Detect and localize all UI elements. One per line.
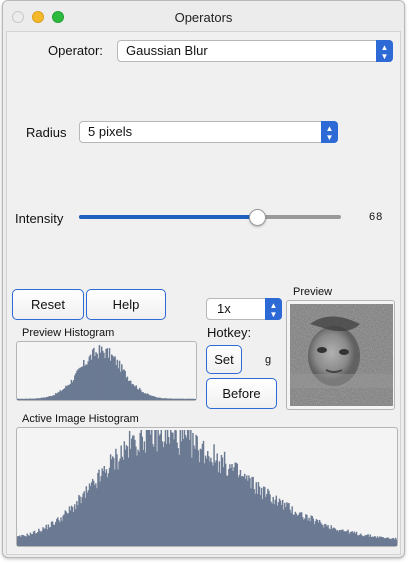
preview-histogram-label: Preview Histogram xyxy=(22,327,115,339)
hotkey-label: Hotkey: xyxy=(207,325,252,340)
preview-image xyxy=(290,304,393,406)
preview-label: Preview xyxy=(293,286,333,298)
chevron-updown-icon: ▲ ▼ xyxy=(376,40,393,62)
radius-value: 5 pixels xyxy=(88,124,133,139)
operator-label: Operator: xyxy=(48,43,103,58)
set-hotkey-button[interactable]: Set xyxy=(206,345,242,374)
preview-histogram-chart xyxy=(17,345,196,400)
content-area: Operator: Gaussian Blur ▲ ▼ Radius 5 pixe… xyxy=(6,31,401,555)
preview-panel xyxy=(286,300,395,410)
intensity-slider-fill xyxy=(79,215,258,219)
active-histogram-chart xyxy=(17,430,397,546)
chevron-updown-icon: ▲ ▼ xyxy=(321,121,338,143)
chevron-updown-icon: ▲ ▼ xyxy=(265,298,282,320)
intensity-value: 68 xyxy=(369,211,384,223)
hotkey-key: g xyxy=(265,354,272,366)
preview-histogram-panel xyxy=(16,341,197,401)
title-bar: Operators xyxy=(3,1,404,33)
reset-button[interactable]: Reset xyxy=(12,289,84,320)
zoom-select[interactable]: 1x ▲ ▼ xyxy=(206,298,282,320)
operator-select[interactable]: Gaussian Blur ▲ ▼ xyxy=(117,40,393,62)
before-button[interactable]: Before xyxy=(206,378,277,409)
help-button[interactable]: Help xyxy=(86,289,166,320)
active-histogram-panel xyxy=(16,427,398,547)
operators-window: Operators Operator: Gaussian Blur ▲ ▼ Rad… xyxy=(2,0,405,558)
window-title: Operators xyxy=(174,10,233,25)
radius-label: Radius xyxy=(26,125,67,140)
intensity-label: Intensity xyxy=(15,211,64,226)
intensity-slider-thumb[interactable] xyxy=(249,209,267,226)
active-histogram-label: Active Image Histogram xyxy=(22,413,139,425)
operator-value: Gaussian Blur xyxy=(126,43,208,58)
zoom-value: 1x xyxy=(217,301,231,316)
radius-select[interactable]: 5 pixels ▲ ▼ xyxy=(79,121,338,143)
